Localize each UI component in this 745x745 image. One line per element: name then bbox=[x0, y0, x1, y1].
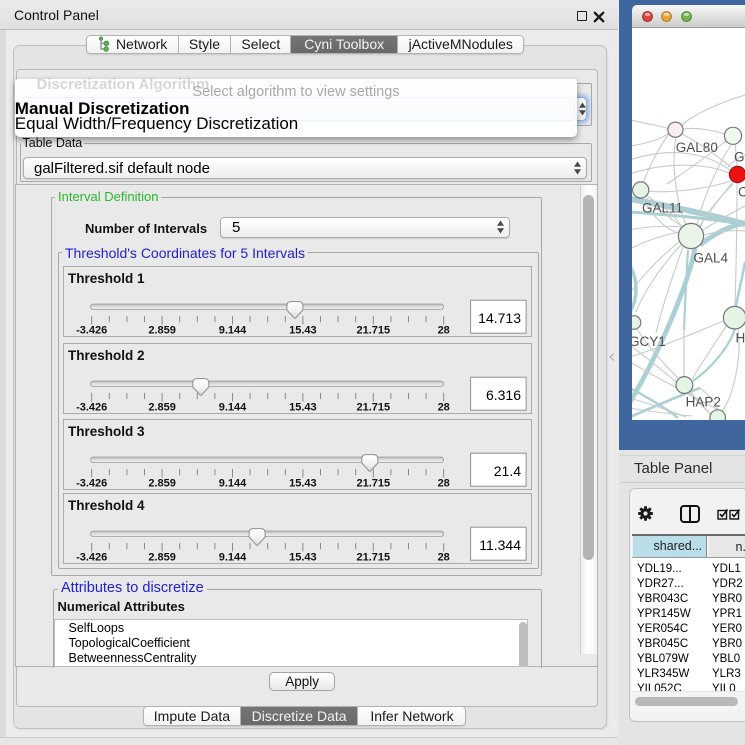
svg-text:GCY1: GCY1 bbox=[632, 334, 666, 349]
svg-text:28: 28 bbox=[437, 402, 449, 414]
svg-text:9.144: 9.144 bbox=[219, 325, 247, 337]
svg-text:15.43: 15.43 bbox=[289, 325, 317, 337]
svg-text:6.316: 6.316 bbox=[486, 387, 521, 403]
svg-text:21.715: 21.715 bbox=[356, 477, 390, 489]
svg-text:21.715: 21.715 bbox=[356, 325, 390, 337]
svg-text:28: 28 bbox=[437, 325, 449, 337]
svg-text:Threshold 3: Threshold 3 bbox=[68, 424, 145, 439]
svg-text:C: C bbox=[738, 185, 745, 200]
svg-text:2.859: 2.859 bbox=[148, 477, 176, 489]
svg-text:GAL4: GAL4 bbox=[694, 251, 729, 266]
svg-text:-3.426: -3.426 bbox=[76, 325, 107, 337]
svg-text:14.713: 14.713 bbox=[478, 310, 521, 326]
svg-text:2.859: 2.859 bbox=[148, 402, 176, 414]
svg-text:Threshold 4: Threshold 4 bbox=[68, 498, 145, 513]
svg-text:9.144: 9.144 bbox=[219, 551, 247, 563]
svg-text:2.859: 2.859 bbox=[148, 325, 176, 337]
svg-text:GAL80: GAL80 bbox=[676, 140, 718, 155]
svg-text:28: 28 bbox=[437, 551, 449, 563]
svg-text:-3.426: -3.426 bbox=[76, 477, 107, 489]
svg-text:21.715: 21.715 bbox=[356, 551, 390, 563]
svg-text:H: H bbox=[736, 331, 745, 346]
svg-text:15.43: 15.43 bbox=[289, 551, 317, 563]
svg-text:11.344: 11.344 bbox=[479, 537, 521, 553]
svg-text:2.859: 2.859 bbox=[148, 551, 176, 563]
svg-text:15.43: 15.43 bbox=[289, 402, 317, 414]
svg-text:28: 28 bbox=[437, 477, 449, 489]
svg-text:GAL11: GAL11 bbox=[642, 201, 683, 216]
svg-text:9.144: 9.144 bbox=[219, 402, 247, 414]
svg-text:15.43: 15.43 bbox=[289, 477, 317, 489]
svg-text:-3.426: -3.426 bbox=[76, 402, 107, 414]
svg-text:Threshold 1: Threshold 1 bbox=[68, 271, 145, 286]
svg-text:9.144: 9.144 bbox=[219, 477, 247, 489]
svg-text:HAP2: HAP2 bbox=[686, 394, 721, 409]
svg-text:Threshold 2: Threshold 2 bbox=[68, 348, 145, 363]
svg-text:G.: G. bbox=[734, 150, 745, 165]
svg-text:21.715: 21.715 bbox=[356, 402, 390, 414]
svg-text:-3.426: -3.426 bbox=[76, 551, 107, 563]
svg-text:21.4: 21.4 bbox=[494, 463, 521, 479]
